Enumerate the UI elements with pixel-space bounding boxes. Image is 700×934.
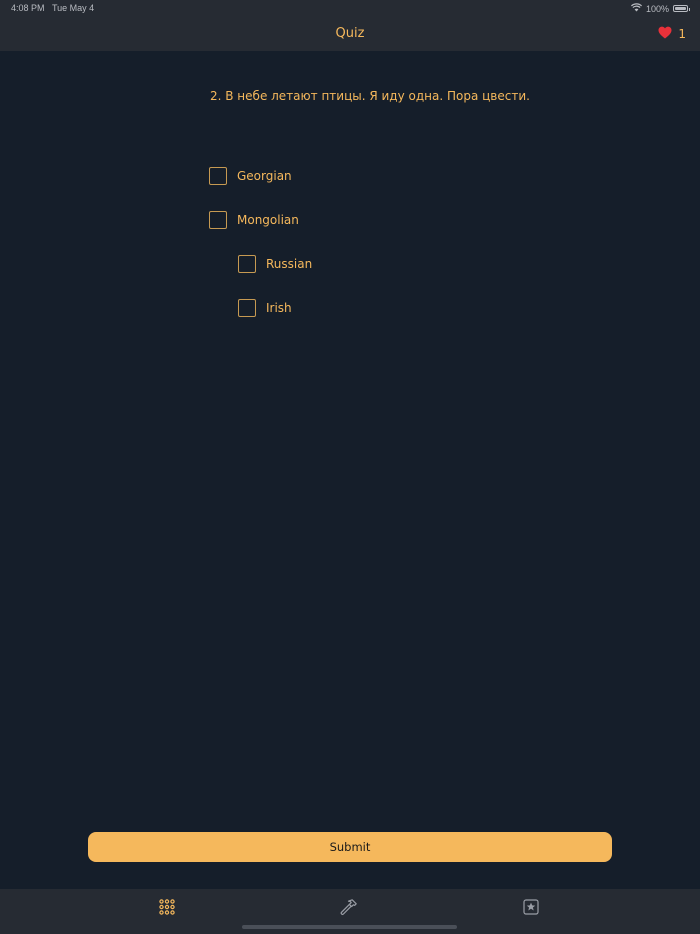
quiz-screen: 4:08 PM Tue May 4 100% Quiz 1 2. В небе …: [0, 0, 700, 934]
lives-counter: 1: [658, 26, 686, 42]
battery-icon: [673, 5, 690, 12]
top-bar: 4:08 PM Tue May 4 100% Quiz 1: [0, 0, 700, 51]
tab-favorites[interactable]: [522, 899, 540, 919]
home-indicator: [242, 925, 457, 929]
option-label: Russian: [266, 257, 313, 271]
option-mongolian[interactable]: Mongolian: [209, 211, 299, 229]
option-georgian[interactable]: Georgian: [209, 167, 292, 185]
wifi-icon: [630, 3, 642, 14]
option-label: Mongolian: [237, 213, 299, 227]
option-label: Irish: [266, 301, 292, 315]
checkbox[interactable]: [238, 255, 256, 273]
tab-build[interactable]: [340, 898, 358, 920]
heart-icon: [658, 26, 672, 42]
tab-grid[interactable]: [158, 899, 176, 919]
status-time: 4:08 PM: [11, 3, 45, 13]
submit-button[interactable]: Submit: [88, 832, 612, 862]
checkbox[interactable]: [209, 211, 227, 229]
option-label: Georgian: [237, 169, 292, 183]
checkbox[interactable]: [209, 167, 227, 185]
lives-count: 1: [678, 27, 686, 41]
grid-icon: [159, 899, 175, 919]
status-date: Tue May 4: [52, 3, 95, 13]
question-text: 2. В небе летают птицы. Я иду одна. Пора…: [210, 89, 530, 103]
page-title: Quiz: [335, 26, 365, 41]
option-russian[interactable]: Russian: [238, 255, 312, 273]
star-square-icon: [523, 899, 539, 919]
option-irish[interactable]: Irish: [238, 299, 292, 317]
hammer-icon: [340, 898, 358, 920]
status-right: 100%: [630, 3, 690, 14]
battery-percent: 100%: [645, 3, 669, 14]
checkbox[interactable]: [238, 299, 256, 317]
